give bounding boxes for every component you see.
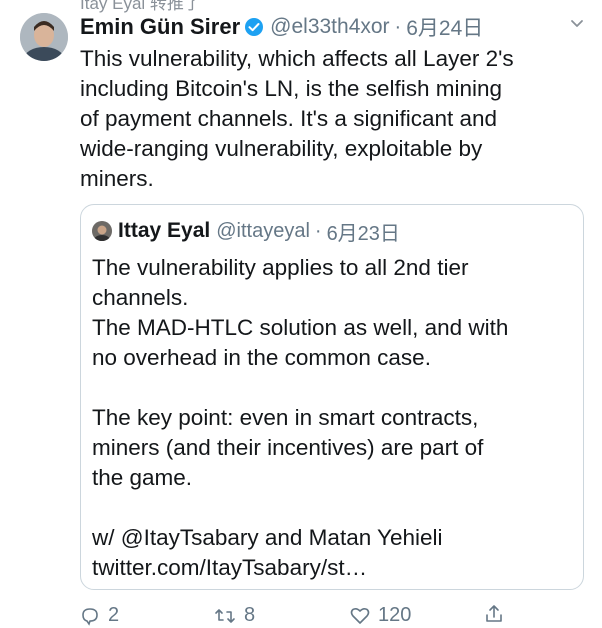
tweet-text-line: wide-ranging vulnerability, exploitable … bbox=[80, 136, 483, 161]
quoted-text-line: The MAD-HTLC solution as well, and with bbox=[92, 315, 509, 340]
quoted-text-line bbox=[92, 373, 572, 403]
tweet-actions: 2 8 120 bbox=[80, 598, 590, 628]
tweet-text-line: miners. bbox=[80, 166, 154, 191]
share-button[interactable] bbox=[484, 604, 512, 624]
tweet-date[interactable]: 6月24日 bbox=[406, 12, 483, 42]
quoted-tweet-card[interactable]: Ittay Eyal @ittayeyal · 6月23日 The vulner… bbox=[80, 204, 584, 590]
author-handle[interactable]: @el33th4xor bbox=[270, 15, 389, 39]
header-separator: · bbox=[394, 15, 402, 38]
verified-badge-icon bbox=[244, 17, 264, 37]
quoted-text-line: miners (and their incentives) are part o… bbox=[92, 435, 484, 460]
tweet-body: This vulnerability, which affects all La… bbox=[80, 44, 590, 194]
tweet-text-line: This vulnerability, which affects all La… bbox=[80, 46, 514, 71]
author-name[interactable]: Emin Gün Sirer bbox=[80, 14, 240, 40]
quoted-tweet-body: The vulnerability applies to all 2nd tie… bbox=[92, 253, 572, 583]
tweet-text-line: including Bitcoin's LN, is the selfish m… bbox=[80, 76, 502, 101]
quoted-text-line: channels. bbox=[92, 285, 189, 310]
quoted-text-line: no overhead in the common case. bbox=[92, 345, 431, 370]
chevron-down-icon[interactable] bbox=[568, 14, 586, 32]
quoted-text-line: the game. bbox=[92, 465, 193, 490]
tweet-header: Emin Gün Sirer @el33th4xor · 6月24日 bbox=[80, 12, 483, 42]
quoted-text-line: The key point: even in smart contracts, bbox=[92, 405, 479, 430]
quoted-text-line: The vulnerability applies to all 2nd tie… bbox=[92, 255, 469, 280]
quoted-author-name: Ittay Eyal bbox=[118, 219, 211, 242]
tweet-text-line: of payment channels. It's a significant … bbox=[80, 106, 498, 131]
quoted-text-line: w/ @ItayTsabary and Matan Yehieli bbox=[92, 525, 443, 550]
quoted-author-handle: @ittayeyal bbox=[216, 219, 310, 242]
author-avatar[interactable] bbox=[20, 13, 68, 61]
quoted-text-line bbox=[92, 493, 572, 523]
quoted-text-line: twitter.com/ItayTsabary/st… bbox=[92, 555, 368, 580]
quoted-tweet-header: Ittay Eyal @ittayeyal · 6月23日 bbox=[92, 217, 400, 245]
quoted-tweet-date: 6月23日 bbox=[326, 222, 400, 245]
quoted-author-avatar bbox=[92, 221, 112, 241]
quoted-header-separator: · bbox=[314, 219, 322, 242]
avatar-image bbox=[20, 13, 68, 61]
share-icon bbox=[486, 605, 502, 622]
